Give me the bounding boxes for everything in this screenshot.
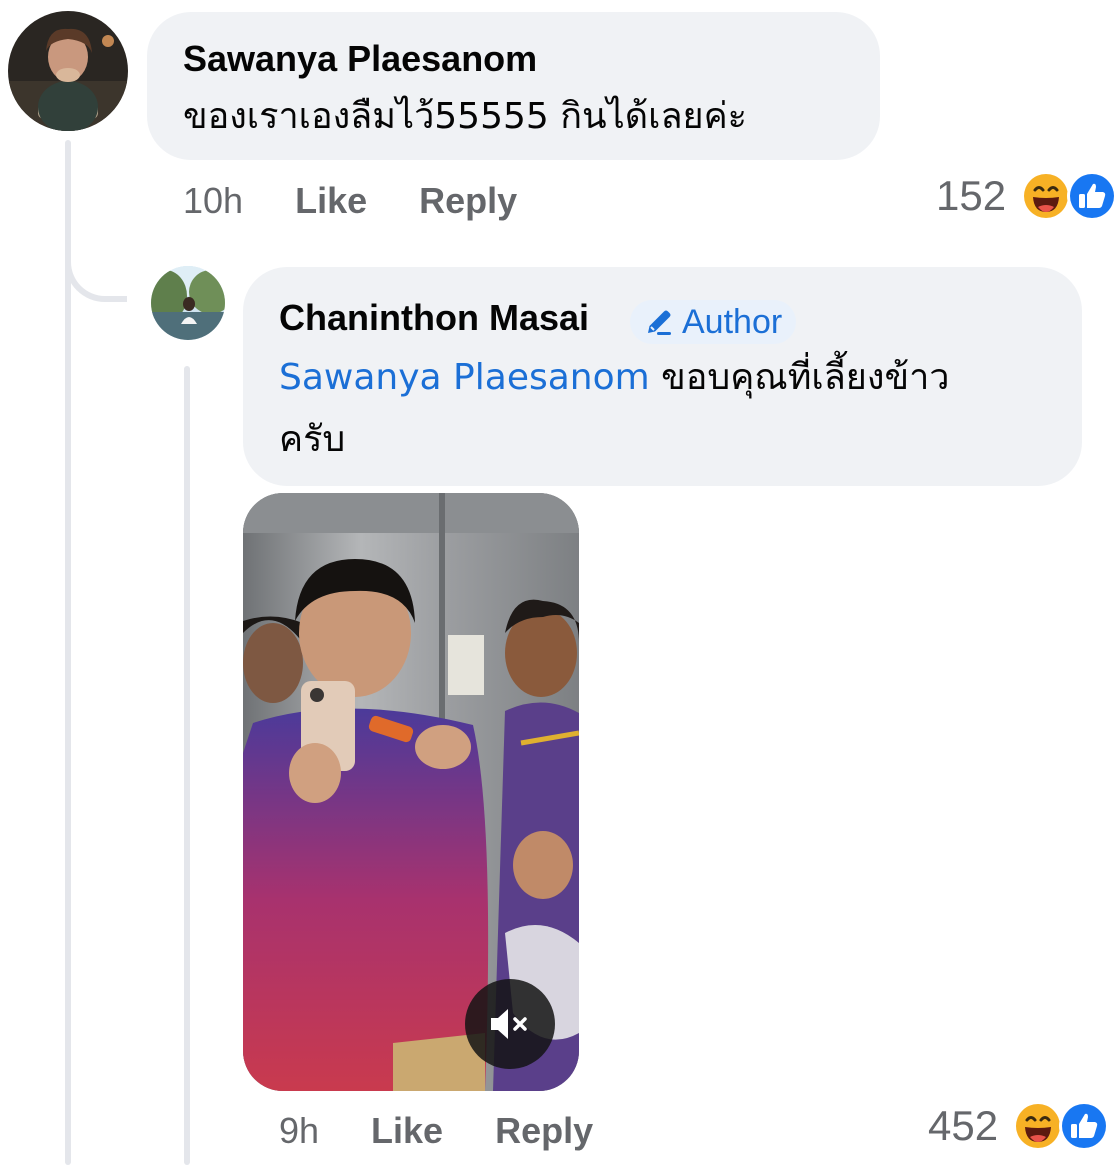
author-badge: Author	[630, 300, 797, 344]
comment-thread: Sawanya Plaesanom ของเราเองลืมไว้55555 ก…	[0, 0, 1114, 1165]
thread-connector-curve	[65, 240, 127, 302]
thread-connector-line	[65, 140, 71, 1165]
mute-toggle-button[interactable]	[465, 979, 555, 1069]
comment-bubble: Sawanya Plaesanom ของเราเองลืมไว้55555 ก…	[147, 12, 880, 160]
reply-thread-line	[184, 366, 190, 1165]
reply-text-line1: ขอบคุณที่เลี้ยงข้าว	[649, 357, 950, 398]
haha-icon	[1012, 1100, 1064, 1152]
commenter-avatar[interactable]	[8, 11, 128, 131]
like-icon	[1066, 170, 1114, 222]
like-icon	[1058, 1100, 1110, 1152]
haha-icon	[1020, 170, 1072, 222]
speaker-muted-icon	[491, 1009, 527, 1039]
reaction-count: 452	[928, 1102, 999, 1149]
pencil-icon	[648, 310, 671, 335]
reply-like-button[interactable]: Like	[371, 1110, 443, 1152]
mention-link[interactable]: Sawanya Plaesanom	[279, 357, 650, 398]
comment-meta: 10h Like Reply	[183, 180, 517, 222]
comment-reply-button[interactable]: Reply	[419, 180, 517, 222]
comment-like-button[interactable]: Like	[295, 180, 367, 222]
reaction-count: 152	[936, 172, 1007, 219]
reply-timestamp[interactable]: 9h	[279, 1110, 319, 1152]
reply-reactions[interactable]: 452	[928, 1100, 1110, 1152]
comment-reactions[interactable]: 152	[936, 170, 1114, 222]
reply-text: Sawanya Plaesanom ขอบคุณที่เลี้ยงข้าว คร…	[279, 347, 1069, 471]
reply-author-avatar[interactable]	[151, 266, 225, 340]
comment-text: ของเราเองลืมไว้55555 กินได้เลยค่ะ	[183, 96, 748, 137]
comment-timestamp[interactable]: 10h	[183, 180, 243, 222]
comment-author-name[interactable]: Sawanya Plaesanom	[183, 38, 537, 80]
author-badge-label: Author	[682, 302, 783, 341]
reply-text-line2: ครับ	[279, 419, 346, 460]
reply-reply-button[interactable]: Reply	[495, 1110, 593, 1152]
reply-meta: 9h Like Reply	[279, 1110, 593, 1152]
reply-video[interactable]	[243, 493, 579, 1091]
reply-author-name[interactable]: Chaninthon Masai	[279, 297, 589, 339]
